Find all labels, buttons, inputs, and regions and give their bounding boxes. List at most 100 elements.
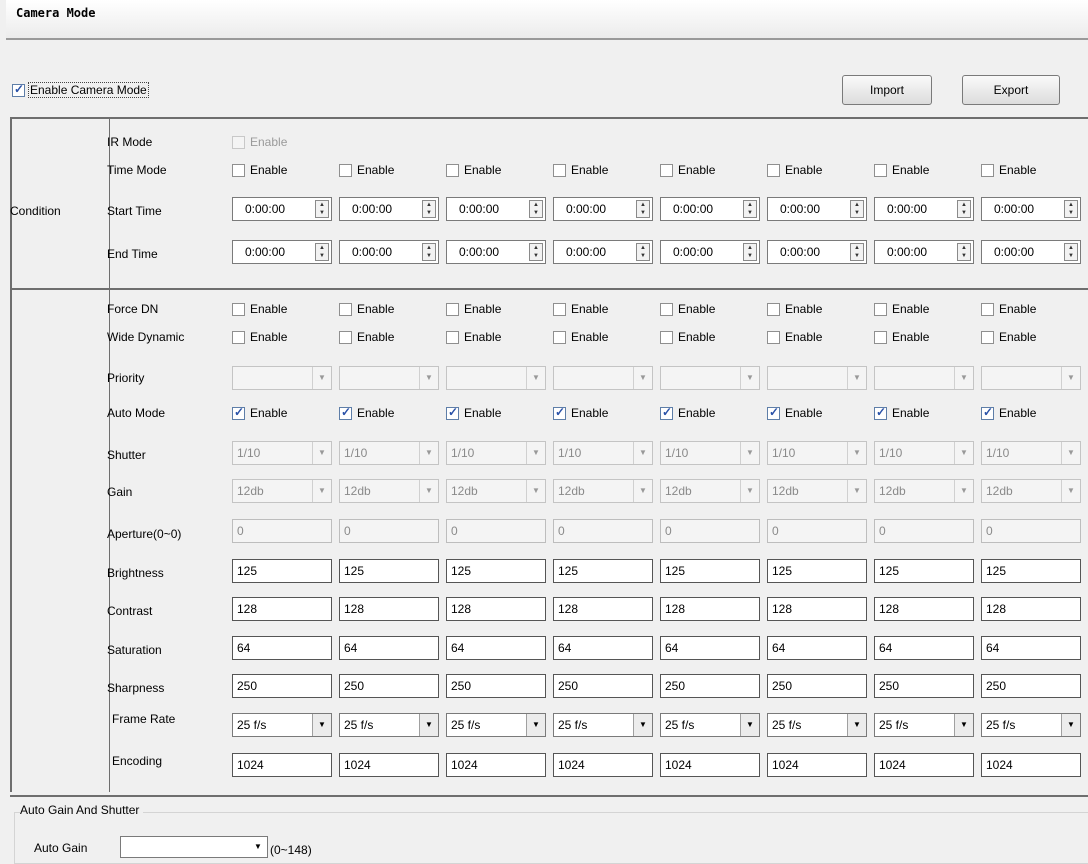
spin-arrows-icon[interactable]: ▲ ▼ [636, 243, 650, 261]
time-mode-enable[interactable]: Enable [339, 163, 394, 177]
auto-mode-checkbox[interactable] [981, 405, 994, 420]
end-time-value[interactable]: 0:00:00 [780, 245, 820, 259]
force-dn-enable[interactable]: Enable [553, 302, 608, 316]
sharpness-input[interactable]: 250 [553, 674, 653, 698]
chevron-down-icon[interactable]: ▼ [633, 714, 652, 736]
wide-dynamic-checkbox[interactable] [660, 330, 673, 344]
chevron-down-icon[interactable]: ▼ [740, 367, 759, 389]
brightness-input[interactable]: 125 [874, 559, 974, 583]
start-time-spinbox[interactable]: 0:00:00 ▲ ▼ [446, 197, 546, 221]
start-time-value[interactable]: 0:00:00 [245, 202, 285, 216]
priority-select[interactable]: ▼ [874, 366, 974, 390]
spin-arrows-icon[interactable]: ▲ ▼ [422, 200, 436, 218]
time-mode-checkbox[interactable] [660, 163, 673, 177]
chevron-down-icon[interactable]: ▼ [1061, 480, 1080, 502]
contrast-input[interactable]: 128 [339, 597, 439, 621]
priority-select[interactable]: ▼ [232, 366, 332, 390]
auto-mode-enable[interactable]: Enable [767, 405, 822, 420]
auto-gain-select[interactable]: ▼ [120, 836, 268, 858]
auto-mode-enable[interactable]: Enable [660, 405, 715, 420]
chevron-down-icon[interactable]: ▼ [740, 442, 759, 464]
saturation-input[interactable]: 64 [232, 636, 332, 660]
force-dn-checkbox[interactable] [660, 302, 673, 316]
time-mode-enable[interactable]: Enable [553, 163, 608, 177]
aperture-input[interactable]: 0 [981, 519, 1081, 543]
wide-dynamic-enable[interactable]: Enable [981, 330, 1036, 344]
wide-dynamic-enable[interactable]: Enable [660, 330, 715, 344]
contrast-input[interactable]: 128 [660, 597, 760, 621]
end-time-spinbox[interactable]: 0:00:00 ▲ ▼ [767, 240, 867, 264]
spin-arrows-icon[interactable]: ▲ ▼ [422, 243, 436, 261]
frame-rate-select[interactable]: 25 f/s ▼ [553, 713, 653, 737]
shutter-select[interactable]: 1/10 ▼ [553, 441, 653, 465]
aperture-input[interactable]: 0 [339, 519, 439, 543]
chevron-down-icon[interactable]: ▼ [312, 367, 331, 389]
priority-select[interactable]: ▼ [446, 366, 546, 390]
chevron-down-icon[interactable]: ▼ [526, 442, 545, 464]
chevron-down-icon[interactable]: ▼ [740, 480, 759, 502]
frame-rate-select[interactable]: 25 f/s ▼ [339, 713, 439, 737]
export-button[interactable]: Export [962, 75, 1060, 105]
gain-select[interactable]: 12db ▼ [660, 479, 760, 503]
brightness-input[interactable]: 125 [767, 559, 867, 583]
encoding-input[interactable]: 1024 [874, 753, 974, 777]
time-mode-checkbox[interactable] [446, 163, 459, 177]
brightness-input[interactable]: 125 [981, 559, 1081, 583]
brightness-input[interactable]: 125 [232, 559, 332, 583]
time-mode-checkbox[interactable] [232, 163, 245, 177]
end-time-value[interactable]: 0:00:00 [673, 245, 713, 259]
chevron-down-icon[interactable]: ▼ [1061, 714, 1080, 736]
chevron-down-icon[interactable]: ▼ [312, 480, 331, 502]
encoding-input[interactable]: 1024 [767, 753, 867, 777]
chevron-down-icon[interactable]: ▼ [954, 367, 973, 389]
wide-dynamic-enable[interactable]: Enable [874, 330, 929, 344]
start-time-spinbox[interactable]: 0:00:00 ▲ ▼ [981, 197, 1081, 221]
chevron-down-icon[interactable]: ▼ [250, 838, 266, 856]
wide-dynamic-enable[interactable]: Enable [339, 330, 394, 344]
force-dn-enable[interactable]: Enable [339, 302, 394, 316]
chevron-down-icon[interactable]: ▼ [847, 714, 866, 736]
gain-select[interactable]: 12db ▼ [767, 479, 867, 503]
wide-dynamic-checkbox[interactable] [767, 330, 780, 344]
force-dn-checkbox[interactable] [446, 302, 459, 316]
time-mode-checkbox[interactable] [981, 163, 994, 177]
contrast-input[interactable]: 128 [553, 597, 653, 621]
chevron-down-icon[interactable]: ▼ [847, 480, 866, 502]
time-mode-enable[interactable]: Enable [232, 163, 287, 177]
auto-mode-enable[interactable]: Enable [553, 405, 608, 420]
chevron-down-icon[interactable]: ▼ [954, 714, 973, 736]
end-time-value[interactable]: 0:00:00 [459, 245, 499, 259]
brightness-input[interactable]: 125 [553, 559, 653, 583]
gain-select[interactable]: 12db ▼ [553, 479, 653, 503]
priority-select[interactable]: ▼ [339, 366, 439, 390]
start-time-value[interactable]: 0:00:00 [673, 202, 713, 216]
auto-mode-checkbox[interactable] [874, 405, 887, 420]
chevron-down-icon[interactable]: ▼ [847, 367, 866, 389]
spin-arrows-icon[interactable]: ▲ ▼ [743, 200, 757, 218]
spin-arrows-icon[interactable]: ▲ ▼ [743, 243, 757, 261]
saturation-input[interactable]: 64 [446, 636, 546, 660]
sharpness-input[interactable]: 250 [767, 674, 867, 698]
force-dn-checkbox[interactable] [339, 302, 352, 316]
contrast-input[interactable]: 128 [981, 597, 1081, 621]
chevron-down-icon[interactable]: ▼ [633, 367, 652, 389]
enable-camera-mode-label[interactable]: Enable Camera Mode [28, 82, 149, 98]
spin-arrows-icon[interactable]: ▲ ▼ [315, 200, 329, 218]
gain-select[interactable]: 12db ▼ [446, 479, 546, 503]
chevron-down-icon[interactable]: ▼ [847, 442, 866, 464]
auto-mode-enable[interactable]: Enable [874, 405, 929, 420]
brightness-input[interactable]: 125 [446, 559, 546, 583]
wide-dynamic-enable[interactable]: Enable [446, 330, 501, 344]
end-time-spinbox[interactable]: 0:00:00 ▲ ▼ [232, 240, 332, 264]
gain-select[interactable]: 12db ▼ [232, 479, 332, 503]
shutter-select[interactable]: 1/10 ▼ [232, 441, 332, 465]
force-dn-checkbox[interactable] [981, 302, 994, 316]
chevron-down-icon[interactable]: ▼ [954, 480, 973, 502]
sharpness-input[interactable]: 250 [232, 674, 332, 698]
end-time-spinbox[interactable]: 0:00:00 ▲ ▼ [981, 240, 1081, 264]
end-time-spinbox[interactable]: 0:00:00 ▲ ▼ [339, 240, 439, 264]
aperture-input[interactable]: 0 [660, 519, 760, 543]
start-time-spinbox[interactable]: 0:00:00 ▲ ▼ [232, 197, 332, 221]
auto-mode-checkbox[interactable] [232, 405, 245, 420]
wide-dynamic-enable[interactable]: Enable [767, 330, 822, 344]
